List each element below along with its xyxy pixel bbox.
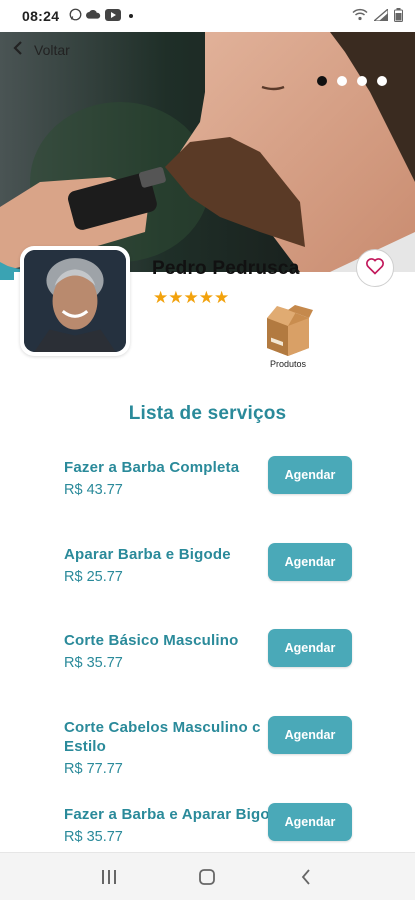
schedule-button[interactable]: Agendar: [268, 629, 352, 667]
schedule-button[interactable]: Agendar: [268, 456, 352, 494]
schedule-button[interactable]: Agendar: [268, 716, 352, 754]
box-icon: [261, 300, 315, 363]
back-button[interactable]: Voltar: [10, 40, 70, 59]
back-icon[interactable]: [286, 862, 326, 892]
service-price: R$ 77.77: [64, 761, 123, 777]
favorite-button[interactable]: [356, 249, 394, 287]
battery-icon: [394, 7, 403, 25]
rating-stars: ★★★★★: [153, 288, 230, 307]
hero-banner: Voltar: [0, 32, 415, 272]
service-name: Corte Cabelos Masculino c Estilo: [64, 719, 261, 755]
schedule-button[interactable]: Agendar: [268, 543, 352, 581]
back-label: Voltar: [34, 41, 70, 58]
barber-name: Pedro Pedrusca: [152, 258, 300, 279]
products-button[interactable]: Produtos: [260, 300, 316, 369]
system-nav-bar: [0, 852, 415, 900]
status-time: 08:24: [22, 8, 60, 24]
service-name: Corte Básico Masculino: [64, 632, 239, 649]
service-price: R$ 25.77: [64, 569, 123, 585]
heart-icon: [365, 256, 385, 281]
carousel-dot[interactable]: [337, 76, 347, 86]
carousel-dot[interactable]: [317, 76, 327, 86]
recent-apps-icon[interactable]: [89, 862, 129, 892]
service-name: Aparar Barba e Bigode: [64, 546, 231, 563]
service-price: R$ 35.77: [64, 655, 123, 671]
carousel-indicator: [317, 76, 387, 86]
products-label: Produtos: [269, 359, 307, 369]
signal-icon: [372, 7, 389, 24]
services-list: Fazer a Barba Completa R$ 43.77 Agendar …: [0, 452, 415, 852]
status-bar: 08:24: [0, 0, 415, 32]
service-price: R$ 35.77: [64, 829, 123, 845]
cloud-icon: [86, 8, 101, 24]
carousel-dot[interactable]: [377, 76, 387, 86]
barber-photo: [0, 32, 415, 272]
notification-dot-icon: [129, 14, 134, 18]
service-price: R$ 43.77: [64, 482, 123, 498]
service-name: Fazer a Barba e Aparar Bigode: [64, 806, 288, 823]
youtube-icon: [105, 8, 122, 24]
service-name: Fazer a Barba Completa: [64, 459, 240, 476]
profile-avatar: [20, 246, 130, 356]
schedule-button[interactable]: Agendar: [268, 803, 352, 841]
carousel-dot[interactable]: [357, 76, 367, 86]
home-icon[interactable]: [187, 862, 227, 892]
services-title: Lista de serviços: [128, 403, 287, 424]
whatsapp-icon: [69, 8, 82, 24]
avatar-image: [24, 250, 126, 352]
wifi-icon: [352, 8, 368, 24]
chevron-left-icon: [10, 40, 26, 59]
